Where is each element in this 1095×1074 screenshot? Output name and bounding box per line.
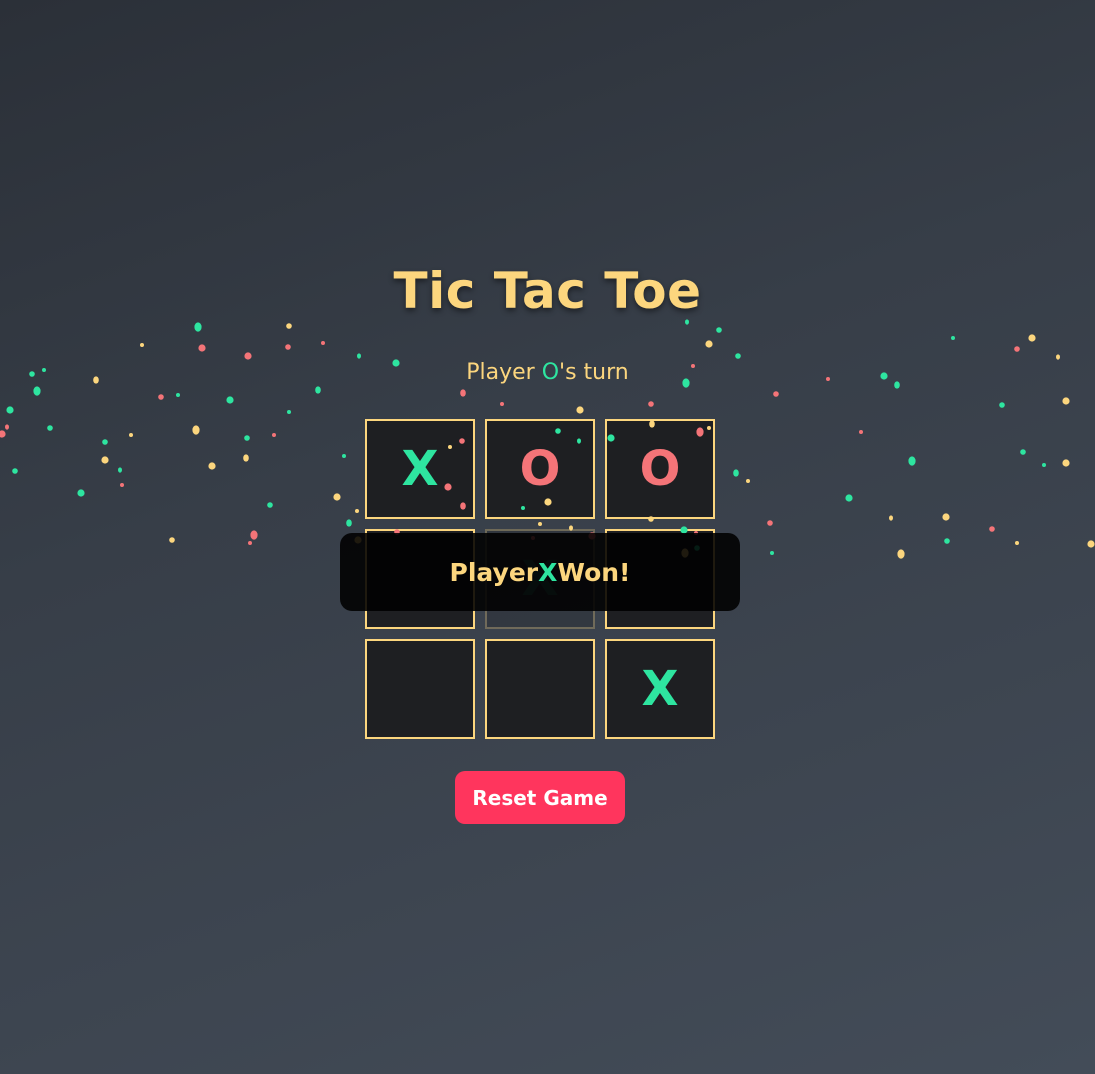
confetti-piece [333,493,341,501]
confetti-piece [5,424,9,430]
confetti-piece [12,468,18,474]
confetti-piece [226,396,234,404]
confetti-piece [999,402,1005,408]
confetti-piece [859,430,863,434]
confetti-piece [576,406,584,414]
confetti-piece [248,541,252,545]
confetti-piece [357,353,361,359]
confetti-piece [648,401,654,407]
confetti-piece [118,467,122,473]
confetti-piece [342,454,346,458]
confetti-piece [1062,459,1070,467]
confetti-piece [1014,346,1020,352]
confetti-piece [140,343,144,347]
board-cell-8[interactable] [485,639,595,739]
confetti-piece [746,479,750,483]
confetti-piece [169,537,175,543]
turn-status-suffix: 's turn [559,360,629,385]
confetti-piece [889,515,893,521]
confetti-piece [1020,449,1026,455]
confetti-piece [315,386,321,394]
winner-prefix: Player [449,557,539,587]
confetti-piece [244,435,250,441]
confetti-piece [1028,334,1036,342]
confetti-piece [1056,354,1060,360]
confetti-piece [244,352,252,360]
confetti-piece [733,469,739,477]
confetti-piece [286,323,292,329]
confetti-piece [735,353,741,359]
confetti-piece [192,425,200,435]
confetti-piece [685,319,689,325]
confetti-piece [33,386,41,396]
confetti-piece [767,520,773,526]
confetti-piece [158,394,164,400]
board-cell-1[interactable]: X [365,419,475,519]
confetti-piece [321,341,325,345]
confetti-piece [77,489,85,497]
board-cell-3[interactable]: O [605,419,715,519]
confetti-piece [1062,397,1070,405]
confetti-piece [989,526,995,532]
confetti-piece [272,433,276,437]
winner-symbol: X [538,557,558,587]
confetti-piece [1042,463,1046,467]
game-title: Tic Tac Toe [393,262,702,320]
confetti-piece [47,425,53,431]
confetti-piece [198,344,206,352]
board-cell-7[interactable] [365,639,475,739]
confetti-piece [500,402,504,406]
confetti-piece [102,439,108,445]
confetti-piece [267,502,273,508]
confetti-piece [101,456,109,464]
board-cell-2[interactable]: O [485,419,595,519]
confetti-piece [845,494,853,502]
confetti-piece [250,530,258,540]
confetti-piece [176,393,180,397]
confetti-piece [460,389,466,397]
reset-game-button[interactable]: Reset Game [455,771,625,824]
confetti-piece [129,433,133,437]
confetti-piece [6,406,14,414]
confetti-piece [770,551,774,555]
current-player-symbol: O [541,360,560,385]
confetti-piece [944,538,950,544]
confetti-piece [897,549,905,559]
confetti-piece [1015,541,1019,545]
winner-suffix: Won! [557,557,631,587]
confetti-piece [942,513,950,521]
confetti-piece [908,456,916,466]
turn-status: Player O's turn [0,360,1095,385]
confetti-piece [208,462,216,470]
confetti-piece [355,509,359,513]
confetti-piece [287,410,291,414]
confetti-piece [0,430,6,438]
winner-banner: Player X Won! [340,533,740,611]
confetti-piece [773,391,779,397]
confetti-piece [346,519,352,527]
confetti-piece [716,327,722,333]
confetti-piece [120,483,124,487]
confetti-piece [194,322,202,332]
confetti-piece [705,340,713,348]
turn-status-prefix: Player [466,360,542,385]
confetti-piece [243,454,249,462]
confetti-piece [951,336,955,340]
board-cell-9[interactable]: X [605,639,715,739]
confetti-piece [1087,540,1095,548]
confetti-piece [285,344,291,350]
